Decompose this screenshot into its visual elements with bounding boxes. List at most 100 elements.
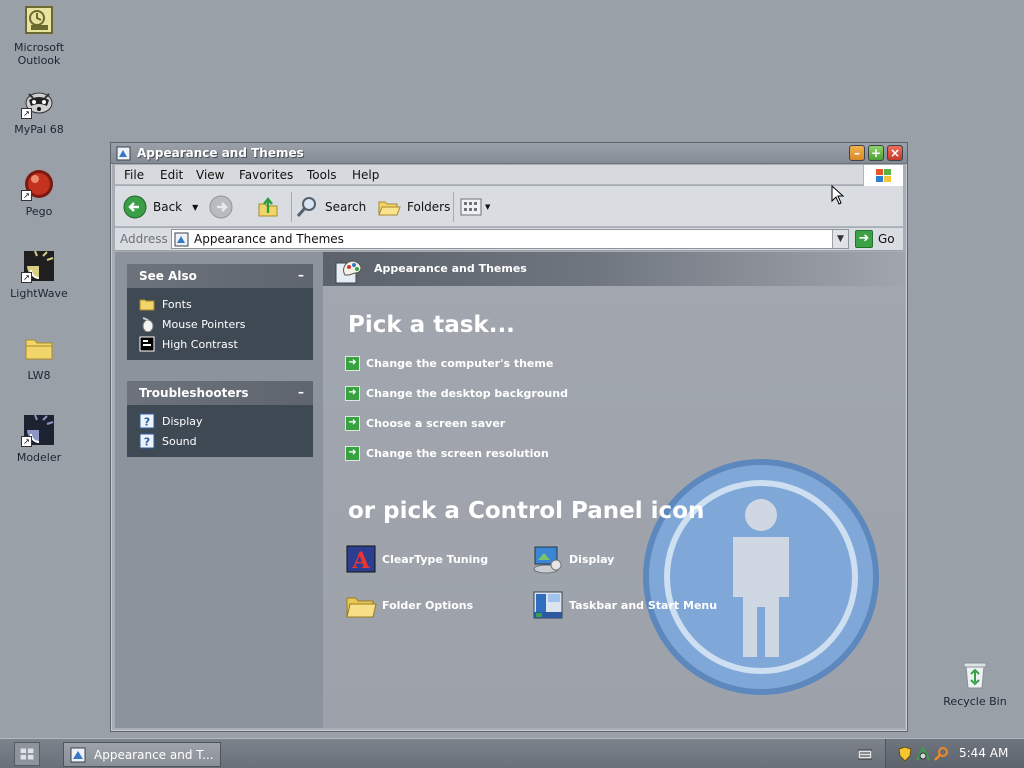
desktop-icon-outlook[interactable]: Microsoft Outlook	[0, 4, 78, 67]
task-screen-saver[interactable]: ➜ Choose a screen saver	[345, 416, 505, 431]
forward-arrow-icon	[209, 195, 233, 219]
folders-button[interactable]: Folders	[377, 194, 450, 220]
desktop-icon-lightwave[interactable]: ↗ LightWave	[0, 250, 78, 300]
desktop-icon-pego[interactable]: ↗ Pego	[0, 168, 78, 218]
see-also-high-contrast[interactable]: High Contrast	[139, 334, 313, 354]
cp-cleartype-tuning[interactable]: A ClearType Tuning	[345, 543, 488, 575]
close-button[interactable]: ×	[887, 145, 903, 161]
control-panel-icon	[174, 232, 189, 247]
address-value: Appearance and Themes	[194, 232, 344, 246]
shield-icon[interactable]	[898, 746, 912, 765]
cp-folder-options[interactable]: Folder Options	[345, 589, 473, 621]
windows-logo-icon	[863, 165, 903, 186]
desktop-icon-label: Microsoft Outlook	[13, 41, 65, 67]
search-button[interactable]: Search	[295, 194, 366, 220]
task-change-theme[interactable]: ➜ Change the computer's theme	[345, 356, 553, 371]
desktop-icon-label: MyPal 68	[14, 123, 64, 136]
category-header: Appearance and Themes	[323, 252, 905, 286]
up-folder-button[interactable]	[256, 194, 286, 220]
desktop-icon-label: Pego	[25, 205, 53, 218]
minimize-button[interactable]: –	[849, 145, 865, 161]
keyboard-icon[interactable]	[857, 747, 873, 761]
raccoon-icon: ↗	[21, 86, 55, 119]
task-label: Change the screen resolution	[366, 447, 549, 460]
taskbar-start-menu-icon	[532, 589, 564, 621]
clock: 5:44 AM	[959, 746, 1009, 760]
search-label: Search	[325, 200, 367, 214]
see-also-title: See Also	[139, 269, 197, 283]
search-tray-icon[interactable]	[933, 746, 949, 765]
views-grid-icon	[459, 195, 483, 219]
desktop-icon-modeler[interactable]: ↗ Modeler	[0, 414, 78, 464]
task-arrow-icon: ➜	[345, 446, 360, 461]
forward-button[interactable]	[209, 194, 239, 220]
troubleshooter-label: Display	[162, 414, 203, 428]
folders-icon	[377, 195, 401, 219]
start-button[interactable]	[14, 742, 40, 766]
collapse-icon[interactable]: –	[298, 385, 304, 399]
address-input[interactable]: Appearance and Themes ▼	[171, 229, 849, 249]
back-button[interactable]: Back ▼	[123, 194, 198, 220]
collapse-icon[interactable]: –	[298, 268, 304, 282]
menu-file[interactable]: File	[124, 168, 144, 182]
see-also-header[interactable]: See Also –	[127, 264, 313, 288]
taskbar-window-button[interactable]: Appearance and T...	[63, 742, 221, 767]
toolbar: Back ▼ Search Folders ▼	[115, 186, 903, 227]
task-label: Choose a screen saver	[366, 417, 506, 430]
svg-text:?: ?	[144, 436, 150, 449]
address-label: Address	[120, 232, 168, 246]
troubleshooter-display[interactable]: ? Display	[139, 411, 313, 431]
see-also-mouse-pointers[interactable]: Mouse Pointers	[139, 314, 313, 334]
menu-view[interactable]: View	[196, 168, 224, 182]
desktop-icon-label: LW8	[27, 369, 51, 382]
troubleshooters-header[interactable]: Troubleshooters –	[127, 381, 313, 405]
pick-task-heading: Pick a task...	[348, 312, 515, 338]
task-change-background[interactable]: ➜ Change the desktop background	[345, 386, 568, 401]
recycle-bin-icon	[959, 658, 991, 690]
task-screen-resolution[interactable]: ➜ Change the screen resolution	[345, 446, 549, 461]
modeler-icon: ↗	[21, 414, 55, 447]
desktop-icon-recycle-bin[interactable]: Recycle Bin	[936, 658, 1014, 708]
up-folder-icon	[256, 195, 280, 219]
views-dropdown-icon[interactable]: ▼	[485, 203, 490, 211]
go-button[interactable]: ➜ Go	[855, 229, 895, 249]
cp-icon-label: ClearType Tuning	[382, 552, 489, 566]
go-arrow-icon: ➜	[855, 230, 873, 248]
troubleshooters-list: ? Display ? Sound	[127, 405, 313, 457]
see-also-label: Fonts	[162, 297, 192, 311]
back-dropdown-icon[interactable]: ▼	[192, 203, 198, 212]
views-button[interactable]: ▼	[459, 194, 490, 220]
troubleshooter-label: Sound	[162, 434, 197, 448]
toolbar-separator	[291, 192, 292, 222]
mouse-icon	[139, 316, 155, 332]
troubleshooter-sound[interactable]: ? Sound	[139, 431, 313, 451]
address-dropdown-icon[interactable]: ▼	[832, 230, 848, 248]
network-icon[interactable]	[915, 745, 931, 765]
menu-favorites[interactable]: Favorites	[239, 168, 293, 182]
red-ball-icon: ↗	[21, 168, 55, 201]
menu-tools[interactable]: Tools	[307, 168, 337, 182]
cp-display[interactable]: Display	[532, 543, 614, 575]
task-label: Change the desktop background	[366, 387, 568, 400]
pick-icon-heading: or pick a Control Panel icon	[348, 498, 705, 524]
task-label: Change the computer's theme	[366, 357, 554, 370]
window-title: Appearance and Themes	[137, 146, 304, 160]
lightwave-icon: ↗	[21, 250, 55, 283]
see-also-fonts[interactable]: Fonts	[139, 294, 313, 314]
folders-label: Folders	[407, 200, 451, 214]
desktop-icon-lw8[interactable]: LW8	[0, 332, 78, 382]
title-bar[interactable]: Appearance and Themes – + ×	[111, 143, 907, 164]
see-also-label: High Contrast	[162, 337, 238, 351]
desktop-icon-label: LightWave	[10, 287, 68, 300]
desktop-icon-mypal[interactable]: ↗ MyPal 68	[0, 86, 78, 136]
outlook-icon	[23, 4, 55, 36]
cp-icon-label: Folder Options	[382, 598, 474, 612]
svg-text:?: ?	[144, 416, 150, 429]
cp-taskbar-start-menu[interactable]: Taskbar and Start Menu	[532, 589, 717, 621]
menu-help[interactable]: Help	[352, 168, 379, 182]
svg-text:A: A	[351, 548, 370, 574]
maximize-button[interactable]: +	[868, 145, 884, 161]
desktop-icon-label: Modeler	[16, 451, 62, 464]
cleartype-icon: A	[345, 543, 377, 575]
menu-edit[interactable]: Edit	[160, 168, 183, 182]
